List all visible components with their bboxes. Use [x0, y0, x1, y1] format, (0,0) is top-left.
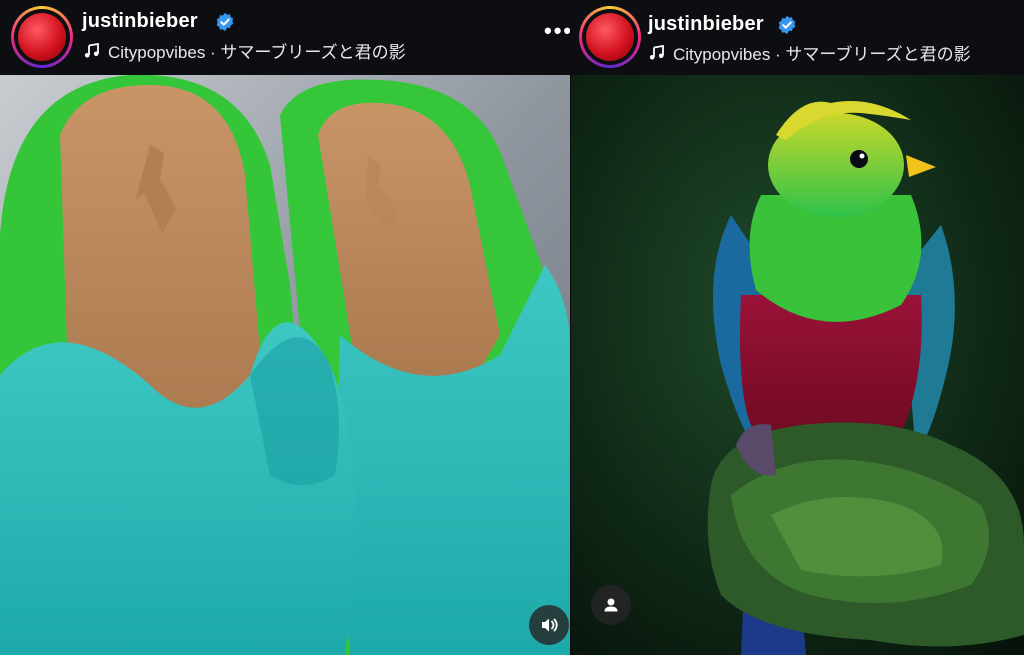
audio-label[interactable]: Citypopvibes · サマーブリーズと君の影: [649, 40, 971, 65]
quetzal-bird-photo: [571, 75, 1024, 655]
verified-badge-icon: [216, 12, 234, 32]
avatar[interactable]: [11, 6, 73, 68]
user-tag-button[interactable]: [591, 585, 631, 625]
sound-on-icon: [542, 618, 558, 632]
username[interactable]: justinbieber: [648, 13, 764, 36]
post-right: justinbieber Citypopvibes · サマーブリーズと君の影: [571, 0, 1024, 655]
post-media-slippers[interactable]: [0, 75, 570, 655]
audio-text: Citypopvibes · サマーブリーズと君の影: [673, 45, 971, 64]
username[interactable]: justinbieber: [82, 10, 198, 33]
post-left: justinbieber Citypopvibes · サマーブリーズと君の影 …: [0, 0, 570, 655]
user-tag-icon: [604, 598, 618, 612]
post-header: justinbieber Citypopvibes · サマーブリーズと君の影: [571, 0, 1024, 75]
music-note-icon: [84, 42, 99, 58]
post-media-quetzal[interactable]: [571, 75, 1024, 655]
sound-on-button[interactable]: [529, 605, 569, 645]
more-options-button[interactable]: •••: [544, 18, 570, 44]
audio-text: Citypopvibes · サマーブリーズと君の影: [108, 43, 406, 62]
verified-badge-icon: [778, 15, 796, 35]
slippers-photo: [0, 75, 570, 655]
post-header: justinbieber Citypopvibes · サマーブリーズと君の影 …: [0, 0, 570, 75]
avatar[interactable]: [579, 6, 641, 68]
music-note-icon: [649, 44, 664, 60]
audio-label[interactable]: Citypopvibes · サマーブリーズと君の影: [84, 38, 406, 63]
